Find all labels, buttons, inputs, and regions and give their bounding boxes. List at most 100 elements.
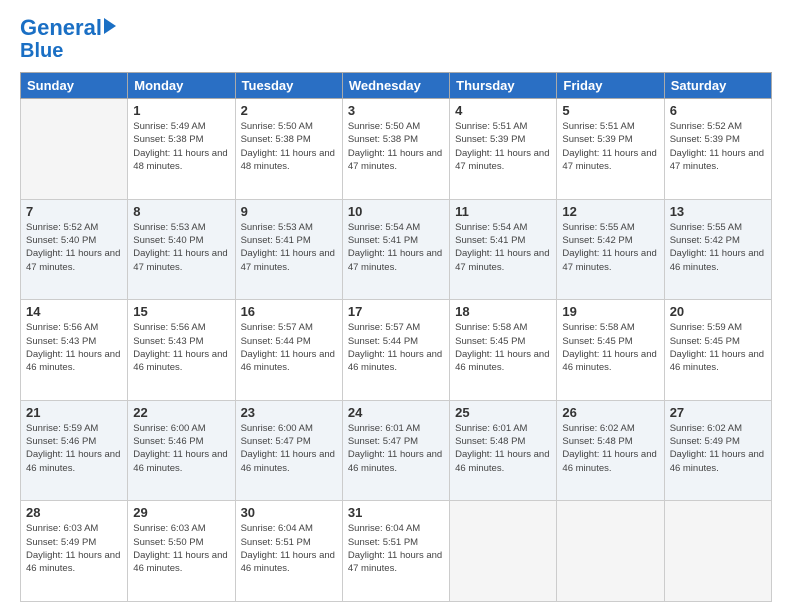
calendar-day-cell (450, 501, 557, 602)
day-number: 30 (241, 505, 337, 520)
day-info: Sunrise: 6:02 AM Sunset: 5:49 PM Dayligh… (670, 422, 766, 475)
day-number: 6 (670, 103, 766, 118)
day-info: Sunrise: 5:51 AM Sunset: 5:39 PM Dayligh… (455, 120, 551, 173)
weekday-header-sunday: Sunday (21, 73, 128, 99)
day-info: Sunrise: 5:56 AM Sunset: 5:43 PM Dayligh… (133, 321, 229, 374)
calendar-day-cell (664, 501, 771, 602)
day-info: Sunrise: 5:59 AM Sunset: 5:45 PM Dayligh… (670, 321, 766, 374)
day-info: Sunrise: 5:54 AM Sunset: 5:41 PM Dayligh… (455, 221, 551, 274)
calendar: SundayMondayTuesdayWednesdayThursdayFrid… (20, 72, 772, 602)
day-number: 12 (562, 204, 658, 219)
calendar-day-cell: 12Sunrise: 5:55 AM Sunset: 5:42 PM Dayli… (557, 199, 664, 300)
day-info: Sunrise: 5:55 AM Sunset: 5:42 PM Dayligh… (670, 221, 766, 274)
day-number: 13 (670, 204, 766, 219)
weekday-header-thursday: Thursday (450, 73, 557, 99)
weekday-header-monday: Monday (128, 73, 235, 99)
day-info: Sunrise: 6:00 AM Sunset: 5:47 PM Dayligh… (241, 422, 337, 475)
calendar-day-cell: 16Sunrise: 5:57 AM Sunset: 5:44 PM Dayli… (235, 300, 342, 401)
day-number: 16 (241, 304, 337, 319)
day-info: Sunrise: 6:01 AM Sunset: 5:48 PM Dayligh… (455, 422, 551, 475)
weekday-header-friday: Friday (557, 73, 664, 99)
calendar-day-cell: 11 Sunrise: 5:54 AM Sunset: 5:41 PM Dayli… (450, 199, 557, 300)
day-number: 26 (562, 405, 658, 420)
day-number: 15 (133, 304, 229, 319)
calendar-day-cell: 24 Sunrise: 6:01 AM Sunset: 5:47 PM Dayli… (342, 400, 449, 501)
day-number: 7 (26, 204, 122, 219)
calendar-day-cell: 28 Sunrise: 6:03 AM Sunset: 5:49 PM Dayli… (21, 501, 128, 602)
day-number: 3 (348, 103, 444, 118)
day-info: Sunrise: 5:52 AM Sunset: 5:39 PM Dayligh… (670, 120, 766, 173)
calendar-day-cell: 22Sunrise: 6:00 AM Sunset: 5:46 PM Dayli… (128, 400, 235, 501)
calendar-day-cell (557, 501, 664, 602)
calendar-day-cell: 25Sunrise: 6:01 AM Sunset: 5:48 PM Dayli… (450, 400, 557, 501)
day-number: 8 (133, 204, 229, 219)
day-info: Sunrise: 5:49 AM Sunset: 5:38 PM Dayligh… (133, 120, 229, 173)
day-info: Sunrise: 6:04 AM Sunset: 5:51 PM Dayligh… (348, 522, 444, 575)
calendar-day-cell: 4 Sunrise: 5:51 AM Sunset: 5:39 PM Daylig… (450, 99, 557, 200)
calendar-day-cell: 6 Sunrise: 5:52 AM Sunset: 5:39 PM Daylig… (664, 99, 771, 200)
calendar-day-cell: 20 Sunrise: 5:59 AM Sunset: 5:45 PM Dayli… (664, 300, 771, 401)
day-info: Sunrise: 5:54 AM Sunset: 5:41 PM Dayligh… (348, 221, 444, 274)
weekday-header-saturday: Saturday (664, 73, 771, 99)
day-number: 11 (455, 204, 551, 219)
day-number: 9 (241, 204, 337, 219)
day-info: Sunrise: 5:50 AM Sunset: 5:38 PM Dayligh… (241, 120, 337, 173)
day-number: 27 (670, 405, 766, 420)
calendar-week-row: 1 Sunrise: 5:49 AM Sunset: 5:38 PM Daylig… (21, 99, 772, 200)
calendar-day-cell: 29 Sunrise: 6:03 AM Sunset: 5:50 PM Dayli… (128, 501, 235, 602)
calendar-day-cell: 18 Sunrise: 5:58 AM Sunset: 5:45 PM Dayli… (450, 300, 557, 401)
calendar-day-cell: 30Sunrise: 6:04 AM Sunset: 5:51 PM Dayli… (235, 501, 342, 602)
logo-arrow-icon (104, 18, 116, 34)
day-number: 29 (133, 505, 229, 520)
calendar-day-cell: 17 Sunrise: 5:57 AM Sunset: 5:44 PM Dayli… (342, 300, 449, 401)
day-info: Sunrise: 6:01 AM Sunset: 5:47 PM Dayligh… (348, 422, 444, 475)
calendar-day-cell: 8Sunrise: 5:53 AM Sunset: 5:40 PM Daylig… (128, 199, 235, 300)
day-info: Sunrise: 5:57 AM Sunset: 5:44 PM Dayligh… (348, 321, 444, 374)
day-number: 2 (241, 103, 337, 118)
day-number: 20 (670, 304, 766, 319)
day-number: 21 (26, 405, 122, 420)
weekday-header-tuesday: Tuesday (235, 73, 342, 99)
logo-text-general: General (20, 16, 102, 40)
day-info: Sunrise: 5:58 AM Sunset: 5:45 PM Dayligh… (455, 321, 551, 374)
calendar-day-cell: 2 Sunrise: 5:50 AM Sunset: 5:38 PM Daylig… (235, 99, 342, 200)
calendar-week-row: 14 Sunrise: 5:56 AM Sunset: 5:43 PM Dayli… (21, 300, 772, 401)
calendar-day-cell (21, 99, 128, 200)
day-info: Sunrise: 6:02 AM Sunset: 5:48 PM Dayligh… (562, 422, 658, 475)
day-number: 23 (241, 405, 337, 420)
day-number: 1 (133, 103, 229, 118)
calendar-day-cell: 9 Sunrise: 5:53 AM Sunset: 5:41 PM Daylig… (235, 199, 342, 300)
day-info: Sunrise: 5:59 AM Sunset: 5:46 PM Dayligh… (26, 422, 122, 475)
day-number: 24 (348, 405, 444, 420)
day-number: 28 (26, 505, 122, 520)
day-number: 4 (455, 103, 551, 118)
header: General Blue (20, 16, 772, 62)
calendar-day-cell: 21 Sunrise: 5:59 AM Sunset: 5:46 PM Dayli… (21, 400, 128, 501)
calendar-week-row: 28 Sunrise: 6:03 AM Sunset: 5:49 PM Dayli… (21, 501, 772, 602)
day-number: 18 (455, 304, 551, 319)
calendar-day-cell: 10 Sunrise: 5:54 AM Sunset: 5:41 PM Dayli… (342, 199, 449, 300)
day-info: Sunrise: 5:51 AM Sunset: 5:39 PM Dayligh… (562, 120, 658, 173)
calendar-day-cell: 31 Sunrise: 6:04 AM Sunset: 5:51 PM Dayli… (342, 501, 449, 602)
day-number: 14 (26, 304, 122, 319)
day-number: 19 (562, 304, 658, 319)
calendar-day-cell: 27 Sunrise: 6:02 AM Sunset: 5:49 PM Dayli… (664, 400, 771, 501)
day-info: Sunrise: 5:52 AM Sunset: 5:40 PM Dayligh… (26, 221, 122, 274)
page: General Blue SundayMondayTuesdayWednesda… (0, 0, 792, 612)
day-number: 10 (348, 204, 444, 219)
day-info: Sunrise: 5:58 AM Sunset: 5:45 PM Dayligh… (562, 321, 658, 374)
day-number: 31 (348, 505, 444, 520)
calendar-day-cell: 13 Sunrise: 5:55 AM Sunset: 5:42 PM Dayli… (664, 199, 771, 300)
day-info: Sunrise: 6:03 AM Sunset: 5:49 PM Dayligh… (26, 522, 122, 575)
day-info: Sunrise: 6:03 AM Sunset: 5:50 PM Dayligh… (133, 522, 229, 575)
day-number: 5 (562, 103, 658, 118)
calendar-day-cell: 3Sunrise: 5:50 AM Sunset: 5:38 PM Daylig… (342, 99, 449, 200)
calendar-day-cell: 14Sunrise: 5:56 AM Sunset: 5:43 PM Dayli… (21, 300, 128, 401)
day-number: 17 (348, 304, 444, 319)
calendar-day-cell: 26 Sunrise: 6:02 AM Sunset: 5:48 PM Dayli… (557, 400, 664, 501)
calendar-week-row: 21 Sunrise: 5:59 AM Sunset: 5:46 PM Dayli… (21, 400, 772, 501)
calendar-day-cell: 15 Sunrise: 5:56 AM Sunset: 5:43 PM Dayli… (128, 300, 235, 401)
day-info: Sunrise: 5:53 AM Sunset: 5:41 PM Dayligh… (241, 221, 337, 274)
calendar-header-row: SundayMondayTuesdayWednesdayThursdayFrid… (21, 73, 772, 99)
calendar-day-cell: 5 Sunrise: 5:51 AM Sunset: 5:39 PM Daylig… (557, 99, 664, 200)
